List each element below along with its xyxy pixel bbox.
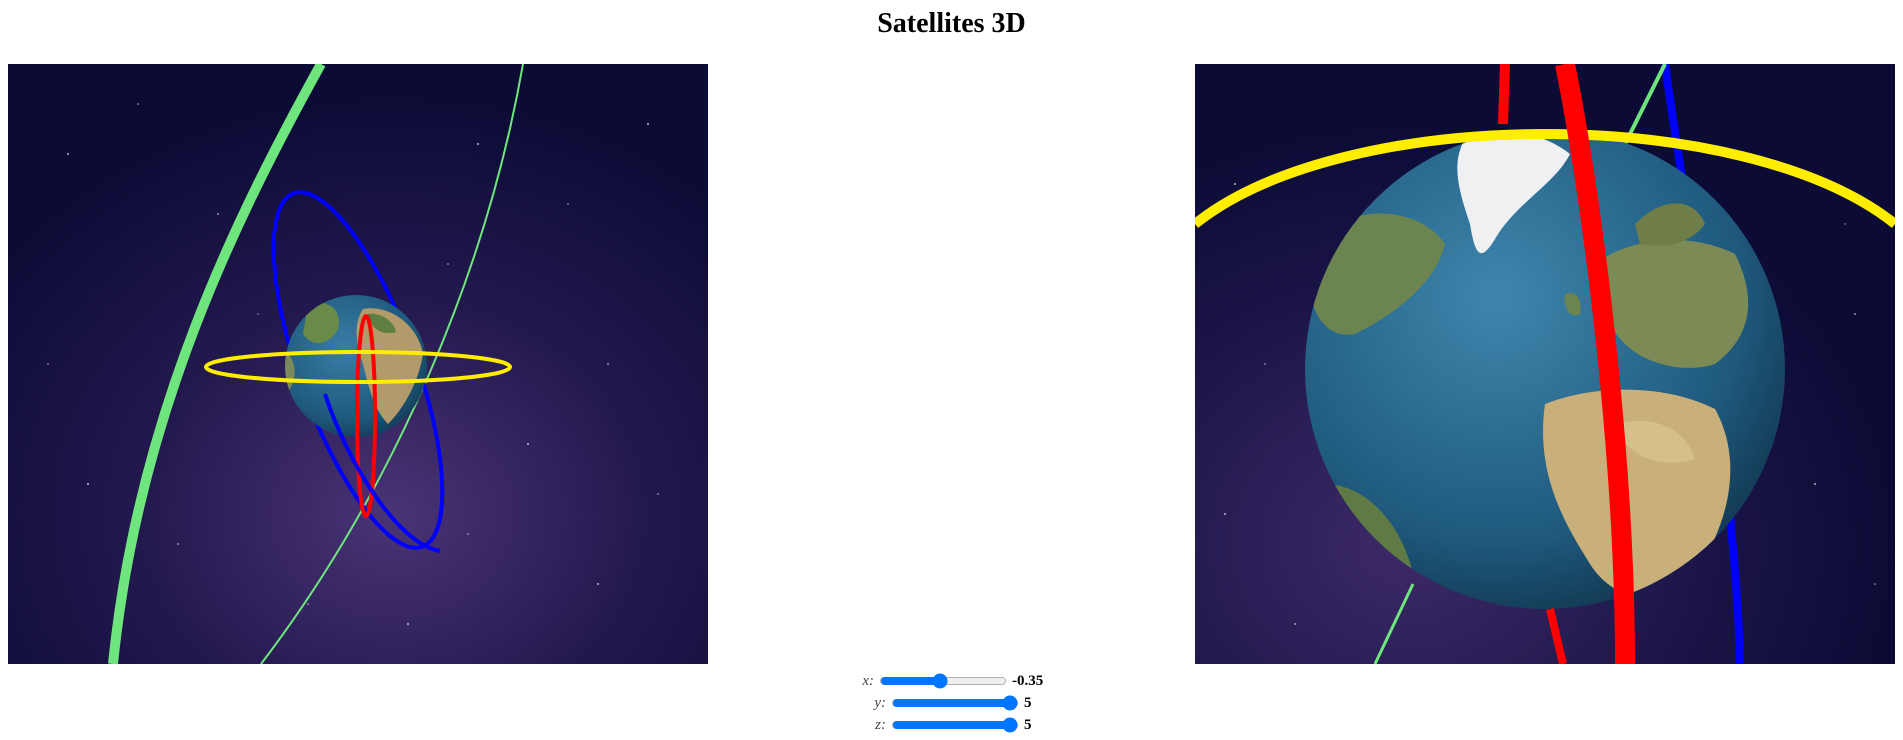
x-slider-value: -0.35	[1012, 672, 1044, 689]
x-slider-label: x:	[862, 672, 874, 689]
y-slider[interactable]	[892, 695, 1018, 711]
y-slider-fill	[893, 699, 1010, 707]
left-scene-canvas[interactable]	[8, 64, 708, 664]
z-slider-thumb[interactable]	[1002, 717, 1018, 733]
right-scene-canvas[interactable]	[1195, 64, 1895, 664]
x-slider-thumb[interactable]	[932, 673, 948, 689]
left-3d-view[interactable]	[8, 64, 708, 664]
y-slider-label: y:	[874, 694, 886, 711]
x-slider-row: x: -0.35	[850, 670, 1043, 692]
earth-globe	[1305, 129, 1785, 609]
red-orbit-back	[1498, 64, 1510, 125]
page-title: Satellites 3D	[877, 8, 1026, 39]
x-slider-fill	[881, 677, 940, 685]
z-slider-row: z: 5	[862, 714, 1032, 736]
y-slider-thumb[interactable]	[1002, 695, 1018, 711]
x-slider[interactable]	[880, 673, 1006, 689]
z-slider[interactable]	[892, 717, 1018, 733]
z-slider-label: z:	[875, 716, 886, 733]
z-slider-value: 5	[1024, 716, 1032, 733]
right-3d-view[interactable]	[1195, 64, 1895, 664]
z-slider-fill	[893, 721, 1010, 729]
y-slider-row: y: 5	[862, 692, 1032, 714]
y-slider-value: 5	[1024, 694, 1032, 711]
